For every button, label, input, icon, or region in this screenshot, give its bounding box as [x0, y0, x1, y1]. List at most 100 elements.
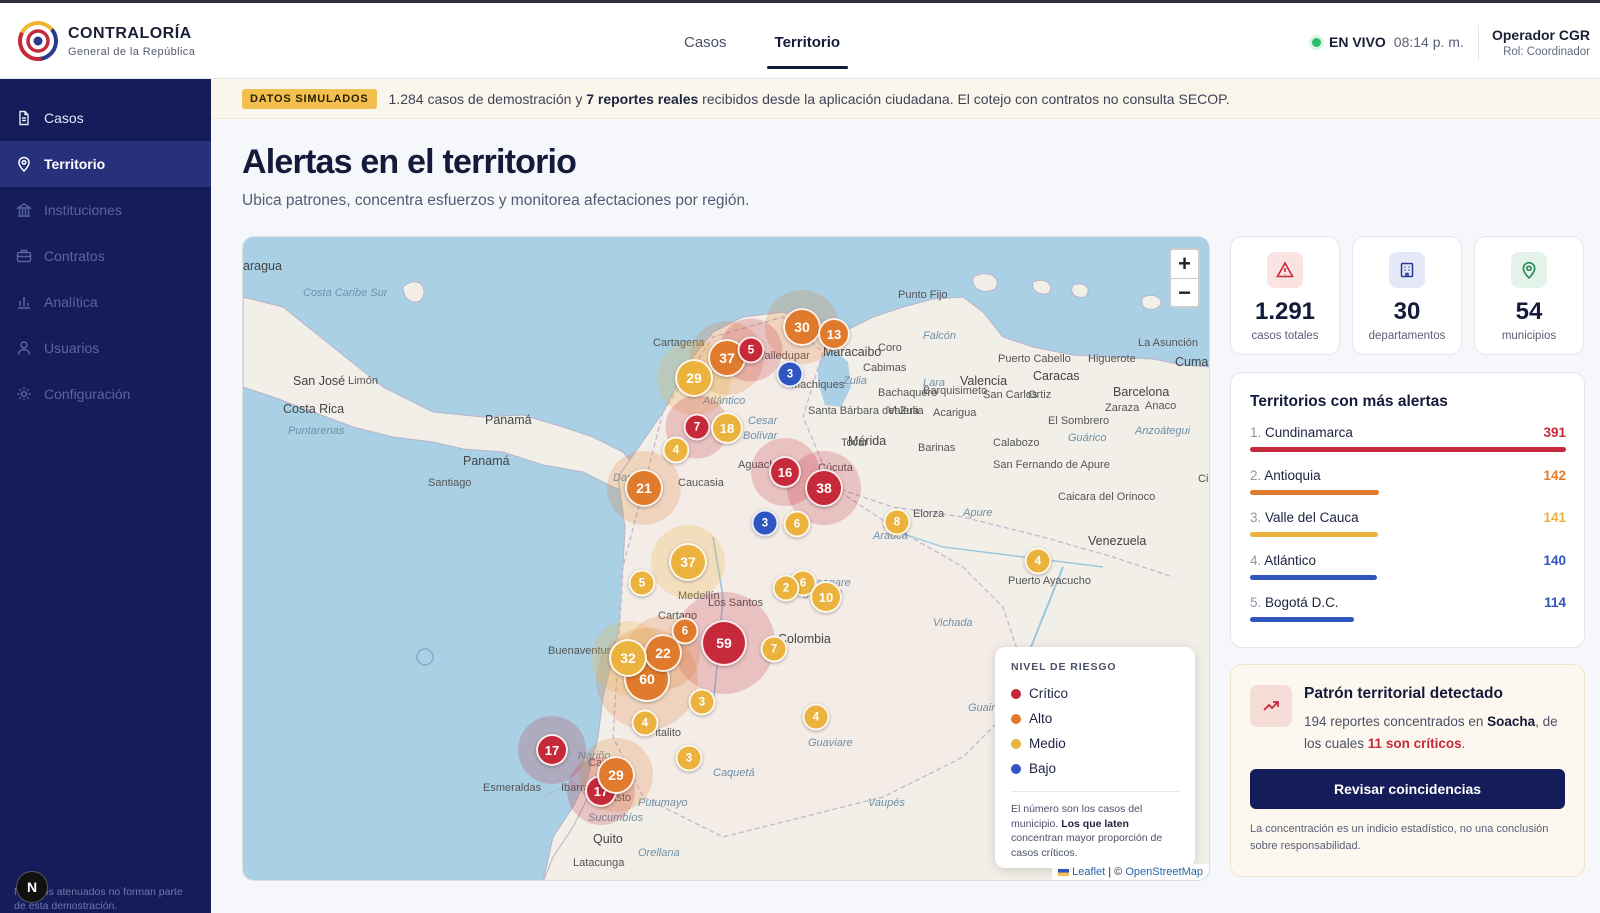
pattern-text-1: 194 reportes concentrados en: [1304, 714, 1488, 729]
pattern-text: 194 reportes concentrados en Soacha, de …: [1304, 711, 1565, 755]
next-logo-icon[interactable]: N: [16, 871, 48, 903]
review-matches-button[interactable]: Revisar coincidencias: [1250, 769, 1565, 809]
trending-up-icon: [1250, 685, 1292, 727]
territory-map[interactable]: Panamá Panamá San José Costa Rica Limón Santi…: [242, 236, 1210, 881]
sidebar-item-analitica[interactable]: Analítica: [0, 279, 211, 325]
sidebar-item-contratos[interactable]: Contratos: [0, 233, 211, 279]
map-label: Caracas: [1033, 369, 1080, 383]
cluster-marker-alto[interactable]: 30: [783, 308, 821, 346]
cluster-marker-medio[interactable]: 6: [783, 510, 811, 538]
sidebar-item-label: Contratos: [44, 248, 105, 264]
territory-row[interactable]: 1. Cundinamarca 391: [1250, 425, 1566, 468]
cluster-marker-medio[interactable]: 7: [760, 635, 788, 663]
zoom-out-button[interactable]: −: [1171, 278, 1198, 306]
cluster-marker-medio[interactable]: 4: [1024, 547, 1052, 575]
territory-name: 3. Valle del Cauca: [1250, 510, 1359, 525]
gear-icon: [17, 387, 31, 401]
map-label: Elorza: [913, 508, 945, 520]
bar-chart-icon: [18, 297, 30, 309]
legend-dot-icon: [1011, 738, 1021, 749]
sidebar-item-configuracion[interactable]: Configuración: [0, 371, 211, 417]
territory-bar: [1250, 617, 1354, 622]
territory-line: 5. Bogotá D.C. 114: [1250, 595, 1566, 610]
cluster-marker-crítico[interactable]: 59: [701, 620, 747, 666]
map-label: Orellana: [638, 847, 680, 859]
territory-bar: [1250, 489, 1380, 495]
territory-value: 114: [1544, 595, 1566, 610]
cluster-marker-medio[interactable]: 37: [669, 543, 707, 581]
cluster-marker-medio[interactable]: 8: [883, 508, 911, 536]
sidebar-item-usuarios[interactable]: Usuarios: [0, 325, 211, 371]
cluster-marker-medio[interactable]: 3: [675, 744, 703, 772]
cluster-marker-medio[interactable]: 2: [772, 574, 800, 602]
stat-label: municipios: [1501, 330, 1557, 342]
legend-dot-icon: [1011, 688, 1021, 699]
brand[interactable]: CONTRALORÍA General de la República: [18, 21, 195, 62]
cluster-marker-bajo[interactable]: 3: [751, 509, 779, 537]
map-label: Quito: [593, 832, 623, 846]
legend-dot-icon: [1011, 763, 1021, 774]
leaflet-link[interactable]: Leaflet: [1072, 866, 1105, 878]
cluster-marker-bajo[interactable]: 3: [776, 360, 804, 388]
map-label: La Asunción: [1138, 337, 1198, 349]
cluster-marker-crítico[interactable]: 17: [536, 734, 568, 766]
cluster-marker-medio[interactable]: 3: [688, 688, 716, 716]
legend-label: Bajo: [1029, 761, 1057, 776]
tab-casos[interactable]: Casos: [660, 3, 751, 79]
map-label: Cesar: [748, 415, 778, 427]
cluster-marker-medio[interactable]: 5: [628, 569, 656, 597]
sidebar-item-instituciones[interactable]: Instituciones: [0, 187, 211, 233]
osm-link[interactable]: OpenStreetMap: [1125, 866, 1203, 878]
pattern-critical: 11 son críticos: [1367, 736, 1462, 751]
stat-card-casos: 1.291 casos totales: [1230, 236, 1340, 355]
cluster-marker-crítico[interactable]: 5: [737, 336, 765, 364]
map-pin-icon: [18, 156, 30, 172]
cluster-marker-crítico[interactable]: 7: [683, 413, 711, 441]
territory-row[interactable]: 3. Valle del Cauca 141: [1250, 510, 1566, 553]
territory-line: 1. Cundinamarca 391: [1250, 425, 1566, 440]
territory-bar: [1250, 574, 1378, 580]
territory-name: 1. Cundinamarca: [1250, 425, 1353, 440]
ukraine-flag-icon: [1058, 868, 1070, 876]
banner-text-1: 1.284 casos de demostración y: [388, 90, 587, 107]
cluster-marker-medio[interactable]: 18: [711, 412, 743, 444]
cluster-marker-medio[interactable]: 4: [631, 709, 659, 737]
map-label: Zulia: [843, 375, 867, 387]
map-label: Barcelona: [1113, 385, 1170, 399]
cluster-marker-alto[interactable]: 29: [597, 756, 635, 794]
sidebar-item-territorio[interactable]: Territorio: [0, 141, 211, 187]
simulated-data-banner: DATOS SIMULADOS 1.284 casos de demostrac…: [211, 79, 1600, 119]
sidebar-item-label: Analítica: [44, 294, 98, 310]
cluster-marker-crítico[interactable]: 38: [805, 469, 843, 507]
zoom-in-button[interactable]: +: [1171, 250, 1198, 278]
territory-rank: 2.: [1250, 467, 1262, 483]
user-icon: [17, 341, 31, 355]
map-label: Latacunga: [573, 857, 625, 869]
sidebar-item-casos[interactable]: Casos: [0, 95, 211, 141]
cluster-marker-crítico[interactable]: 16: [769, 456, 801, 488]
territory-row[interactable]: 5. Bogotá D.C. 114: [1250, 595, 1566, 638]
cluster-marker-medio[interactable]: 29: [675, 359, 713, 397]
territory-row[interactable]: 2. Antioquia 142: [1250, 468, 1566, 511]
cluster-marker-medio[interactable]: 32: [609, 639, 647, 677]
tab-territorio[interactable]: Territorio: [751, 3, 865, 79]
live-status: EN VIVO 08:14 p. m.: [1312, 34, 1464, 50]
map-label: Puntarenas: [288, 425, 345, 437]
user-menu[interactable]: Operador CGR Rol: Coordinador: [1492, 27, 1590, 58]
territory-label: Atlántico: [1264, 552, 1317, 568]
territory-row[interactable]: 4. Atlántico 140: [1250, 553, 1566, 596]
cluster-marker-alto[interactable]: 21: [625, 469, 663, 507]
cluster-marker-medio[interactable]: 4: [662, 436, 690, 464]
page-title: Alertas en el territorio: [242, 143, 577, 181]
clock-time: 08:14 p. m.: [1393, 34, 1464, 50]
top-territories-card: Territorios con más alertas 1. Cundinama…: [1230, 372, 1585, 648]
stat-card-departamentos: 30 departamentos: [1352, 236, 1462, 355]
cluster-marker-alto[interactable]: 13: [818, 318, 850, 350]
cluster-marker-medio[interactable]: 10: [810, 581, 842, 613]
territory-name: 4. Atlántico: [1250, 553, 1316, 568]
territory-value: 142: [1543, 467, 1566, 483]
map-label: Ciudad: [1198, 473, 1209, 485]
territory-rank: 4.: [1250, 552, 1262, 568]
cluster-marker-medio[interactable]: 4: [802, 703, 830, 731]
cluster-marker-alto[interactable]: 6: [671, 617, 699, 645]
